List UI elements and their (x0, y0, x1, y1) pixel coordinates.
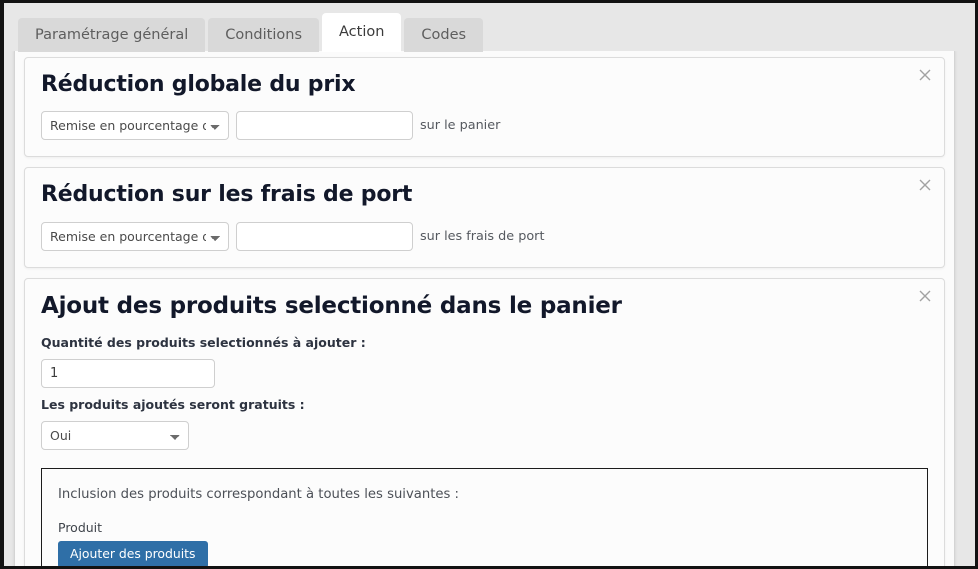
discount-suffix-label: sur le panier (420, 118, 501, 134)
tab-bar: Paramétrage général Conditions Action Co… (4, 3, 975, 52)
card-ajout-produits: Ajout des produits selectionné dans le p… (24, 277, 945, 566)
tab-codes[interactable]: Codes (404, 18, 484, 52)
close-icon[interactable] (916, 287, 934, 305)
tab-conditions[interactable]: Conditions (208, 18, 319, 52)
discount-amount-input[interactable] (236, 111, 413, 141)
tab-parametrage-general[interactable]: Paramétrage général (18, 18, 206, 52)
card-reduction-frais-port: Réduction sur les frais de port Remise e… (24, 167, 945, 268)
card-title: Réduction globale du prix (41, 72, 356, 97)
free-products-select[interactable]: Oui Non (41, 421, 189, 451)
shipping-discount-type-select[interactable]: Remise en pourcentage de Remise en monta… (41, 221, 229, 251)
close-icon[interactable] (916, 176, 934, 194)
card-title: Ajout des produits selectionné dans le p… (41, 292, 622, 319)
add-products-button[interactable]: Ajouter des produits (58, 541, 208, 566)
product-inclusion-box: Inclusion des produits correspondant à t… (41, 468, 928, 566)
tab-label: Conditions (225, 27, 302, 43)
product-field-label: Produit (58, 520, 103, 536)
shipping-discount-suffix-label: sur les frais de port (420, 228, 545, 244)
card-title: Réduction sur les frais de port (41, 182, 413, 208)
close-icon[interactable] (916, 66, 934, 84)
action-tab-panel: Réduction globale du prix Remise en pour… (14, 48, 955, 566)
tab-label: Action (339, 24, 385, 40)
tab-label: Codes (421, 27, 467, 43)
discount-row: Remise en pourcentage de Remise en monta… (41, 111, 928, 141)
discount-type-select[interactable]: Remise en pourcentage de Remise en monta… (41, 111, 229, 141)
browser-viewport: Paramétrage général Conditions Action Co… (0, 0, 978, 569)
tab-label: Paramétrage général (35, 27, 189, 43)
quantity-input[interactable] (41, 359, 215, 389)
free-products-label: Les produits ajoutés seront gratuits : (41, 397, 305, 413)
quantity-label: Quantité des produits selectionnés à ajo… (41, 335, 366, 351)
product-inclusion-title: Inclusion des produits correspondant à t… (58, 487, 459, 503)
tab-action[interactable]: Action (322, 13, 402, 52)
card-reduction-globale-prix: Réduction globale du prix Remise en pour… (24, 57, 945, 158)
shipping-discount-amount-input[interactable] (236, 221, 413, 251)
shipping-discount-row: Remise en pourcentage de Remise en monta… (41, 221, 928, 251)
